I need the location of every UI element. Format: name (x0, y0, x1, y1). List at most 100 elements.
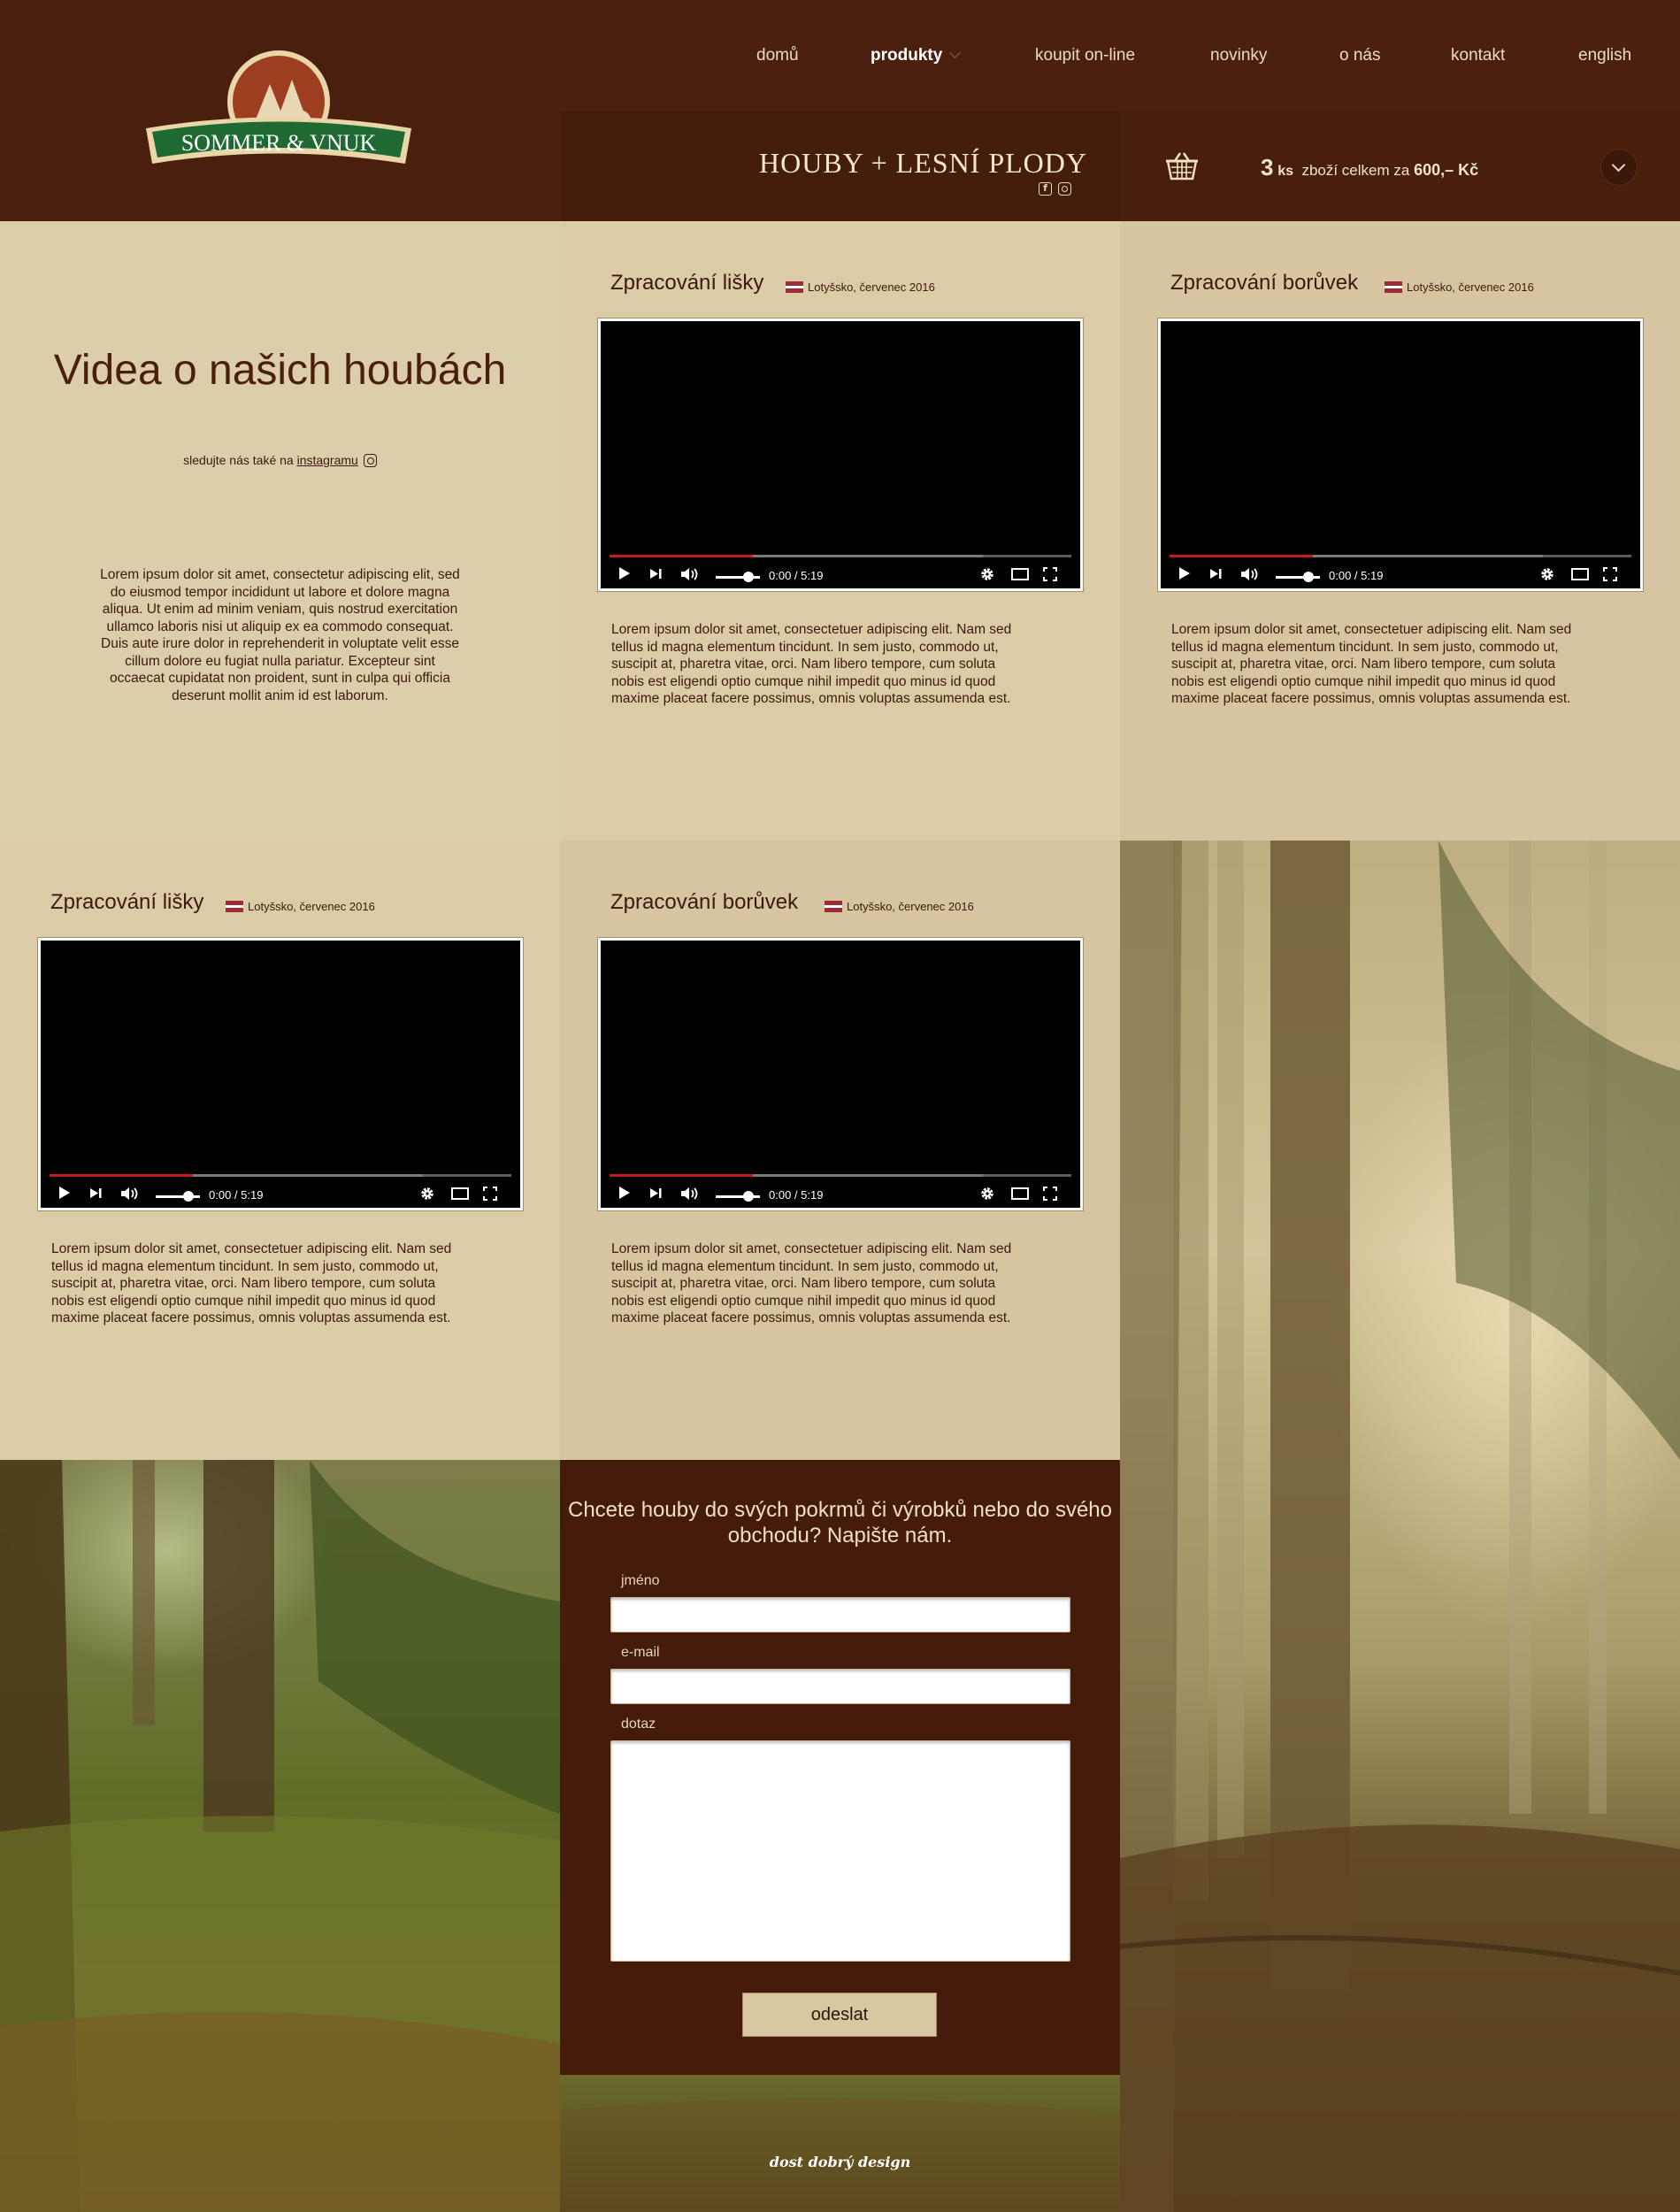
theater-mode-icon[interactable] (1011, 1187, 1029, 1200)
instagram-icon[interactable] (1058, 182, 1071, 196)
nav-item-contact[interactable]: kontakt (1451, 46, 1505, 65)
video-player[interactable]: 0:00 / 5:19 (38, 938, 523, 1210)
fullscreen-icon[interactable] (1043, 1187, 1057, 1201)
nav-item-label: produkty (871, 46, 943, 65)
volume-icon[interactable] (680, 567, 700, 581)
send-button[interactable]: odeslat (742, 1993, 937, 2037)
next-icon[interactable] (1209, 568, 1222, 580)
query-textarea[interactable] (610, 1740, 1070, 1962)
volume-icon[interactable] (120, 1187, 140, 1201)
video-time: 0:00 / 5:19 (769, 569, 824, 582)
instagram-icon[interactable] (363, 454, 377, 467)
nav-item-about[interactable]: o nás (1339, 46, 1380, 65)
page-title: Videa o našich houbách (53, 347, 507, 394)
video-progress-bar[interactable] (1170, 555, 1631, 557)
cart-expand-button[interactable] (1601, 150, 1637, 185)
forest-photo (0, 1460, 560, 2212)
video-card: Zpracování borůvek Lotyšsko, červenec 20… (560, 841, 1120, 1460)
forest-photo (1120, 841, 1680, 2212)
volume-knob[interactable] (183, 1191, 194, 1202)
video-controls: 0:00 / 5:19 (601, 566, 1080, 588)
theater-mode-icon[interactable] (451, 1187, 469, 1200)
forest-photo (560, 2075, 1120, 2212)
gear-icon[interactable] (980, 567, 994, 581)
video-location: Lotyšsko, červenec 2016 (248, 900, 375, 913)
video-player[interactable]: 0:00 / 5:19 (598, 938, 1083, 1210)
nav-item-news[interactable]: novinky (1210, 46, 1267, 65)
video-progress-bar[interactable] (50, 1174, 511, 1177)
next-icon[interactable] (89, 1187, 102, 1199)
volume-icon[interactable] (680, 1187, 700, 1201)
nav-item-english[interactable]: english (1578, 46, 1631, 65)
volume-icon[interactable] (1240, 567, 1260, 581)
video-title: Zpracování lišky (610, 271, 764, 295)
video-time: 0:00 / 5:19 (1329, 569, 1384, 582)
chevron-down-icon (1611, 157, 1626, 173)
basket-icon[interactable] (1164, 150, 1200, 180)
next-icon[interactable] (649, 1187, 662, 1199)
theater-mode-icon[interactable] (1011, 568, 1029, 580)
video-card: Zpracování lišky Lotyšsko, červenec 2016… (0, 841, 560, 1460)
name-input[interactable] (610, 1597, 1070, 1632)
video-meta: Lotyšsko, červenec 2016 (226, 900, 375, 913)
play-icon[interactable] (618, 566, 631, 580)
gear-icon[interactable] (1540, 567, 1554, 581)
site-header: SOMMER & VNUK domů produkty koupit on-li… (0, 0, 1680, 221)
email-label: e-mail (621, 1645, 660, 1660)
brand-name: SOMMER & VNUK (181, 130, 377, 156)
cart-count: 3 (1261, 154, 1274, 180)
fullscreen-icon[interactable] (483, 1187, 497, 1201)
volume-knob[interactable] (743, 572, 754, 582)
video-player[interactable]: 0:00 / 5:19 (598, 319, 1083, 591)
next-icon[interactable] (649, 568, 662, 580)
logo-area: SOMMER & VNUK (0, 0, 560, 221)
cart-unit: ks (1277, 164, 1293, 179)
query-label: dotaz (621, 1717, 656, 1732)
video-controls: 0:00 / 5:19 (41, 1186, 520, 1207)
video-meta: Lotyšsko, červenec 2016 (786, 280, 935, 294)
main-nav: domů produkty koupit on-line novinky o n… (560, 0, 1680, 111)
brand-logo[interactable]: SOMMER & VNUK (142, 44, 425, 177)
theater-mode-icon[interactable] (1571, 568, 1589, 580)
video-description: Lorem ipsum dolor sit amet, consectetuer… (1171, 622, 1572, 706)
video-card: Zpracování lišky Lotyšsko, červenec 2016… (560, 221, 1120, 841)
nav-item-buy-online[interactable]: koupit on-line (1035, 46, 1135, 65)
gear-icon[interactable] (420, 1187, 434, 1201)
video-location: Lotyšsko, červenec 2016 (847, 900, 974, 913)
video-progress-bar[interactable] (610, 1174, 1071, 1177)
intro-cell: Videa o našich houbách sledujte nás také… (0, 221, 560, 841)
contact-title: Chcete houby do svých pokrmů či výrobků … (567, 1498, 1112, 1548)
video-time: 0:00 / 5:19 (769, 1188, 824, 1202)
play-icon[interactable] (1178, 566, 1191, 580)
follow-line: sledujte nás také na instagramu (0, 453, 560, 467)
nav-item-products[interactable]: produkty (871, 46, 962, 65)
name-label: jméno (621, 1573, 660, 1588)
latvia-flag-icon (786, 281, 803, 293)
email-input[interactable] (610, 1669, 1070, 1704)
video-controls: 0:00 / 5:19 (1161, 566, 1640, 588)
video-controls: 0:00 / 5:19 (601, 1186, 1080, 1207)
instagram-link[interactable]: instagramu (297, 453, 358, 467)
play-icon[interactable] (58, 1186, 71, 1200)
video-progress-bar[interactable] (610, 555, 1071, 557)
fullscreen-icon[interactable] (1043, 567, 1057, 581)
nav-item-home[interactable]: domů (756, 46, 799, 65)
volume-knob[interactable] (1303, 572, 1314, 582)
designer-credit[interactable]: dost dobrý design (560, 2154, 1120, 2170)
video-card: Zpracování borůvek Lotyšsko, červenec 20… (1120, 221, 1680, 841)
facebook-icon[interactable]: f (1039, 182, 1052, 196)
gear-icon[interactable] (980, 1187, 994, 1201)
video-description: Lorem ipsum dolor sit amet, consectetuer… (611, 622, 1012, 706)
play-icon[interactable] (618, 1186, 631, 1200)
cart-price: 600,– Kč (1414, 161, 1479, 179)
volume-knob[interactable] (743, 1191, 754, 1202)
video-description: Lorem ipsum dolor sit amet, consectetuer… (51, 1241, 452, 1325)
chevron-down-icon (949, 47, 962, 58)
latvia-flag-icon (226, 901, 243, 912)
cart-summary[interactable]: 3 ks zboží celkem za 600,– Kč (1261, 154, 1478, 181)
fullscreen-icon[interactable] (1603, 567, 1617, 581)
video-location: Lotyšsko, červenec 2016 (808, 280, 935, 294)
video-meta: Lotyšsko, červenec 2016 (1385, 280, 1534, 294)
category-title: HOUBY + LESNÍ PLODY (759, 147, 1087, 179)
video-player[interactable]: 0:00 / 5:19 (1158, 319, 1643, 591)
